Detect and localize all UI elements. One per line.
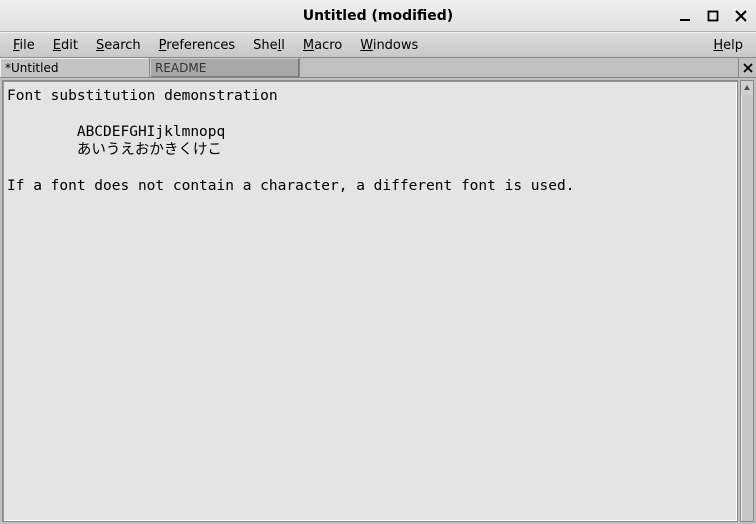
tab-close-button[interactable] [738, 58, 756, 77]
menu-shell-post: l [281, 38, 285, 53]
menu-help-rest: elp [723, 38, 743, 53]
menubar: File Edit Search Preferences Shell Macro… [0, 32, 756, 58]
menu-file[interactable]: File [4, 35, 44, 56]
menu-edit[interactable]: Edit [44, 35, 87, 56]
menu-file-rest: ile [20, 38, 35, 53]
menu-preferences-rest: references [166, 38, 235, 53]
menu-shell[interactable]: Shell [244, 35, 294, 56]
window-controls [676, 7, 750, 25]
maximize-button[interactable] [704, 7, 722, 25]
menu-windows-rest: indows [373, 38, 418, 53]
tab-label: README [155, 61, 206, 75]
window-title: Untitled (modified) [303, 8, 453, 24]
text-editor[interactable]: Font substitution demonstration ABCDEFGH… [2, 80, 738, 522]
menu-macro-rest: acro [314, 38, 342, 53]
editor-container: Font substitution demonstration ABCDEFGH… [0, 78, 756, 524]
scroll-up-arrow[interactable] [741, 81, 753, 95]
tab-label: *Untitled [5, 61, 58, 75]
tab-untitled[interactable]: *Untitled [0, 58, 150, 77]
close-button[interactable] [732, 7, 750, 25]
minimize-button[interactable] [676, 7, 694, 25]
menu-search[interactable]: Search [87, 35, 150, 56]
menu-windows[interactable]: Windows [351, 35, 427, 56]
menu-preferences[interactable]: Preferences [150, 35, 244, 56]
titlebar: Untitled (modified) [0, 0, 756, 32]
menu-edit-rest: dit [61, 38, 78, 53]
menu-shell-pre: She [253, 38, 278, 53]
tab-readme[interactable]: README [150, 58, 300, 77]
vertical-scrollbar[interactable] [740, 80, 754, 522]
tabbar: *Untitled README [0, 58, 756, 78]
menu-help[interactable]: Help [704, 35, 752, 56]
menu-macro[interactable]: Macro [294, 35, 351, 56]
menu-search-rest: earch [104, 38, 140, 53]
